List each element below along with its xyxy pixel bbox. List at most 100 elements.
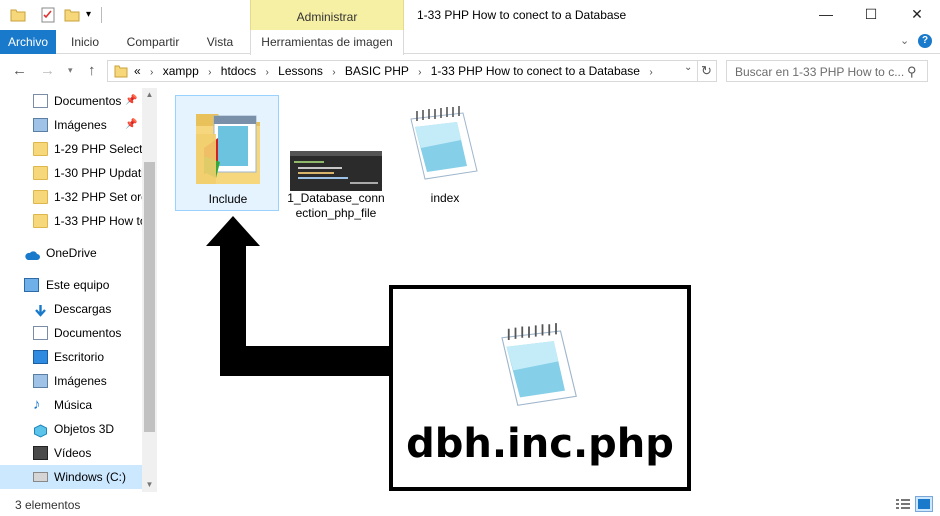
sidebar-item-label: Vídeos	[54, 446, 92, 460]
sidebar-item-label: 1-33 PHP How to	[54, 214, 142, 228]
sidebar-item-label: Documentos	[54, 326, 122, 340]
sidebar-item-documentos[interactable]: Documentos	[0, 321, 142, 345]
sidebar-item-folder[interactable]: 1-29 PHP Selecti	[0, 137, 142, 161]
window-title: 1-33 PHP How to conect to a Database	[417, 8, 627, 22]
close-button[interactable]: ✕	[894, 0, 940, 30]
large-icons-view-icon[interactable]	[915, 496, 933, 512]
sidebar-item-folder[interactable]: 1-30 PHP Updati	[0, 161, 142, 185]
sidebar-item-label: Windows (C:)	[54, 470, 127, 484]
details-view-icon[interactable]	[895, 497, 911, 511]
chevron-right-icon: ›	[418, 67, 422, 78]
ribbon-tabs: Archivo Inicio Compartir Vista Herramien…	[0, 30, 940, 55]
up-arrow-icon[interactable]: ↑	[88, 62, 96, 79]
sidebar-item-label: Descargas	[54, 302, 112, 316]
sidebar-item-label: 1-29 PHP Selecti	[54, 142, 142, 156]
folder-icon	[33, 190, 48, 204]
sidebar-item-label: Objetos 3D	[54, 422, 115, 436]
chevron-right-icon: ›	[150, 67, 154, 78]
sidebar-item-label: OneDrive	[46, 246, 97, 260]
documents-icon	[33, 326, 48, 340]
callout-filename: dbh.inc.php	[406, 421, 674, 467]
folder-icon[interactable]	[10, 7, 26, 23]
sidebar-item-label: Este equipo	[46, 278, 110, 292]
breadcrumb-item[interactable]: BASIC PHP	[345, 64, 409, 78]
minimize-button[interactable]: —	[803, 0, 849, 30]
folder-icon	[33, 166, 48, 180]
recent-locations-icon[interactable]: ▾	[68, 65, 73, 76]
breadcrumb-overflow[interactable]: «	[134, 64, 141, 78]
navigation-pane: Documentos 📌 Imágenes 📌 1-29 PHP Selecti…	[0, 88, 158, 492]
properties-icon[interactable]	[40, 7, 56, 23]
tab-inicio[interactable]: Inicio	[64, 30, 106, 54]
sidebar-item-objetos-3d[interactable]: Objetos 3D	[0, 417, 142, 441]
sidebar-item-musica[interactable]: ♪ Música	[0, 393, 142, 417]
sidebar-item-label: Documentos	[54, 94, 122, 108]
annotation-callout: dbh.inc.php	[389, 285, 691, 491]
scroll-down-icon[interactable]: ▼	[142, 478, 157, 492]
sidebar-item-onedrive[interactable]: OneDrive	[0, 241, 142, 265]
navigation-bar: ← → ▾ ↑ « › xampp › htdocs › Lessons › B…	[0, 56, 940, 86]
breadcrumb-item[interactable]: 1-33 PHP How to conect to a Database	[431, 64, 640, 78]
pictures-icon	[33, 118, 48, 132]
sidebar-item-label: Imágenes	[54, 374, 107, 388]
sidebar-item-imagenes[interactable]: Imágenes	[0, 369, 142, 393]
expand-ribbon-icon[interactable]: ⌄	[900, 34, 909, 47]
sidebar-item-videos[interactable]: Vídeos	[0, 441, 142, 465]
tab-compartir[interactable]: Compartir	[120, 30, 186, 54]
download-icon	[33, 302, 48, 317]
context-tab-group: Administrar	[250, 0, 404, 31]
sidebar-item-label: Imágenes	[54, 118, 107, 132]
folder-icon	[33, 214, 48, 228]
scroll-up-icon[interactable]: ▲	[142, 88, 157, 102]
refresh-button[interactable]: ↻	[697, 60, 717, 82]
tab-vista[interactable]: Vista	[200, 30, 240, 54]
quick-access-dropdown-icon[interactable]: ▾	[86, 9, 102, 25]
sidebar-item-label: Música	[54, 398, 93, 412]
address-dropdown-icon[interactable]: ⌄	[684, 62, 692, 73]
chevron-right-icon: ›	[265, 67, 269, 78]
sidebar-item-folder[interactable]: 1-32 PHP Set orc	[0, 185, 142, 209]
breadcrumb-item[interactable]: xampp	[163, 64, 199, 78]
sidebar-item-documentos[interactable]: Documentos 📌	[0, 89, 142, 113]
computer-icon	[24, 278, 39, 292]
item-count: 3 elementos	[15, 498, 81, 512]
pin-icon: 📌	[125, 95, 138, 106]
notepad-icon	[501, 323, 577, 406]
search-input[interactable]: Buscar en 1-33 PHP How to c... ⚲	[726, 60, 928, 82]
new-folder-icon[interactable]	[64, 7, 80, 23]
back-arrow-icon[interactable]: ←	[12, 62, 27, 79]
tab-archivo[interactable]: Archivo	[0, 30, 56, 54]
drive-icon	[33, 472, 48, 482]
documents-icon	[33, 94, 48, 108]
separator	[101, 7, 102, 23]
sidebar-item-folder[interactable]: 1-33 PHP How to	[0, 209, 142, 233]
tab-herramientas-imagen[interactable]: Herramientas de imagen	[250, 30, 404, 55]
breadcrumb-item[interactable]: Lessons	[278, 64, 323, 78]
help-icon[interactable]: ?	[918, 34, 932, 48]
sidebar-item-label: 1-30 PHP Updati	[54, 166, 142, 180]
title-bar: ▾ Administrar 1-33 PHP How to conect to …	[0, 0, 940, 31]
status-bar: 3 elementos	[0, 494, 940, 516]
sidebar-scrollbar[interactable]: ▲ ▼	[142, 88, 157, 492]
sidebar-item-este-equipo[interactable]: Este equipo	[0, 273, 142, 297]
maximize-button[interactable]: ☐	[848, 0, 894, 30]
sidebar-item-imagenes[interactable]: Imágenes 📌	[0, 113, 142, 137]
sidebar-item-label: Escritorio	[54, 350, 105, 364]
chevron-right-icon: ›	[332, 67, 336, 78]
sidebar-item-escritorio[interactable]: Escritorio	[0, 345, 142, 369]
pin-icon: 📌	[125, 119, 138, 130]
desktop-icon	[33, 350, 48, 364]
sidebar-item-windows-c[interactable]: Windows (C:)	[0, 465, 142, 489]
address-bar[interactable]: « › xampp › htdocs › Lessons › BASIC PHP…	[107, 60, 698, 82]
scroll-thumb[interactable]	[144, 162, 155, 432]
search-icon: ⚲	[907, 64, 917, 79]
sidebar-item-descargas[interactable]: Descargas	[0, 297, 142, 321]
3d-objects-icon	[33, 422, 48, 438]
folder-icon	[114, 64, 128, 78]
breadcrumb-item[interactable]: htdocs	[221, 64, 256, 78]
chevron-right-icon: ›	[649, 67, 653, 78]
forward-arrow-icon[interactable]: →	[40, 62, 55, 79]
cloud-icon	[24, 246, 40, 260]
sidebar-item-label: 1-32 PHP Set orc	[54, 190, 142, 204]
pictures-icon	[33, 374, 48, 388]
